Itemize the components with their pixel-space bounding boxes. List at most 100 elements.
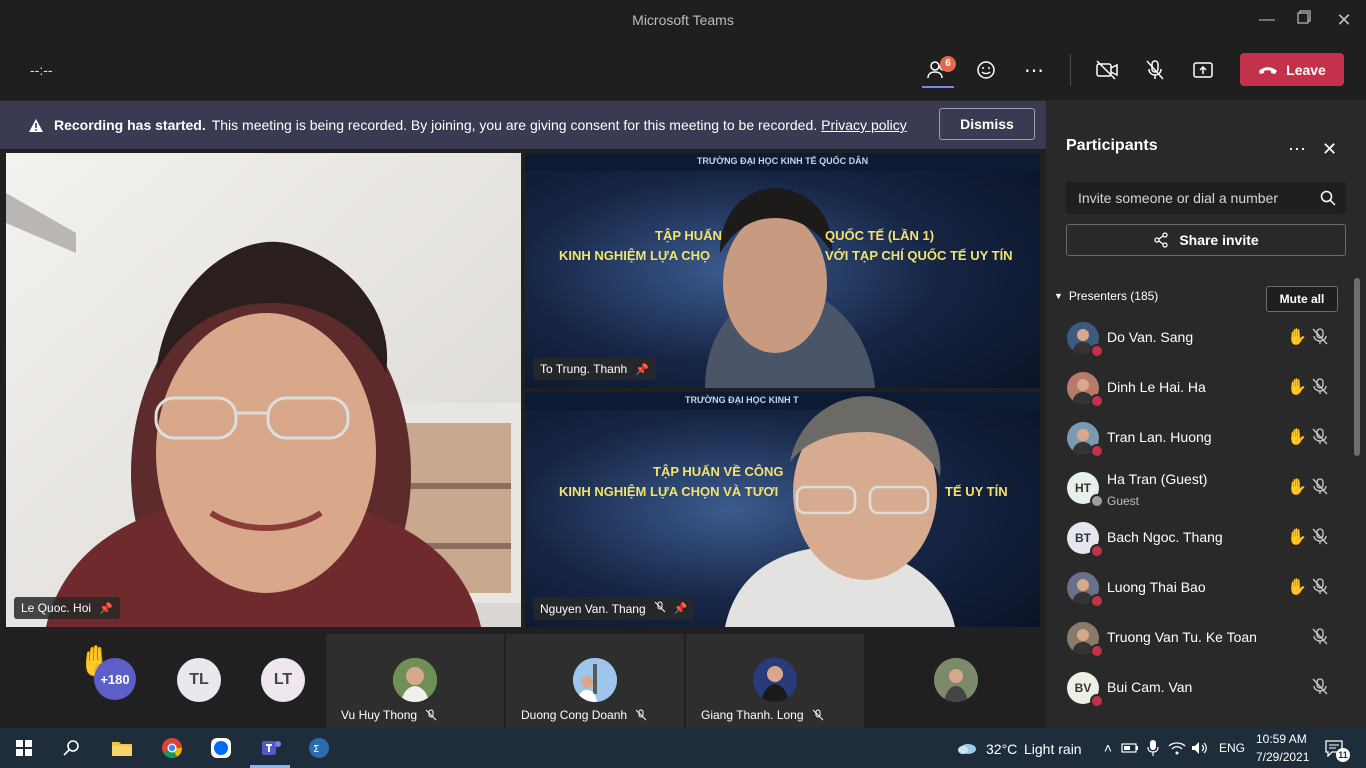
- share-icon: [1154, 232, 1168, 248]
- pin-icon: 📌: [673, 603, 688, 615]
- video-tile-right-top[interactable]: TRƯỜNG ĐẠI HỌC KINH TẾ QUỐC DÂN TẬP HUẤN…: [525, 153, 1040, 388]
- microphone-icon[interactable]: [1141, 736, 1165, 760]
- avatar: [393, 658, 437, 702]
- share-screen-button[interactable]: [1187, 54, 1219, 86]
- avatar[interactable]: LT: [261, 658, 305, 702]
- avatar: [573, 658, 617, 702]
- chrome-icon[interactable]: [160, 736, 184, 760]
- participant-name: Nguyen Van. Thang: [540, 601, 646, 616]
- mic-off-icon: [654, 601, 666, 616]
- presenters-section-toggle[interactable]: ▼ Presenters (185): [1054, 289, 1158, 303]
- slide-line: KINH NGHIỆM LỰA CHỌ: [559, 248, 711, 263]
- participant-row[interactable]: BV Bui Cam. Van: [1046, 662, 1351, 712]
- hang-up-icon: [1259, 66, 1278, 74]
- participant-row[interactable]: Do Van. Sang ✋: [1046, 312, 1351, 362]
- video-tile-right-bottom[interactable]: TRƯỜNG ĐẠI HỌC KINH T TẬP HUẤN VỀ CÔNG K…: [525, 392, 1040, 627]
- teams-icon[interactable]: [259, 736, 283, 760]
- close-panel-icon[interactable]: ✕: [1322, 139, 1337, 160]
- leave-button[interactable]: Leave: [1240, 53, 1344, 86]
- participant-name: Do Van. Sang: [1107, 329, 1194, 345]
- mute-all-button[interactable]: Mute all: [1266, 286, 1338, 312]
- title-bar: Microsoft Teams — ✕: [0, 0, 1366, 40]
- video-stage: Le Quoc. Hoi 📌 TRƯỜNG ĐẠI HỌC KINH TẾ QU…: [0, 149, 1046, 634]
- mic-off-icon[interactable]: [1311, 377, 1329, 400]
- more-actions-icon[interactable]: ⋯: [1018, 54, 1050, 86]
- participant-name: Ha Tran (Guest): [1107, 471, 1208, 487]
- participant-name: Duong Cong Doanh: [521, 708, 628, 722]
- video-tile-strip[interactable]: Duong Cong Doanh: [506, 634, 684, 728]
- windows-taskbar: Σ 32°C Light rain ˄ ENG 10:59 AM 7/29/20…: [0, 728, 1366, 768]
- share-invite-button[interactable]: Share invite: [1066, 224, 1346, 256]
- slide-line: KINH NGHIỆM LỰA CHỌN VÀ TƯƠI: [559, 484, 779, 499]
- video-tile-strip[interactable]: Vu Huy Thong: [326, 634, 504, 728]
- mic-off-icon[interactable]: [1311, 677, 1329, 700]
- clock-date[interactable]: 7/29/2021: [1256, 750, 1309, 764]
- avatar[interactable]: [934, 658, 978, 702]
- windows-start-icon[interactable]: [12, 736, 36, 760]
- wifi-icon[interactable]: [1165, 736, 1189, 760]
- participant-row[interactable]: Luong Thai Bao ✋: [1046, 562, 1351, 612]
- minimize-icon[interactable]: —: [1255, 8, 1279, 32]
- name-tag-main: Le Quoc. Hoi 📌: [14, 597, 120, 619]
- overflow-count[interactable]: +180: [94, 658, 136, 700]
- participant-name: Giang Thanh. Long: [701, 708, 804, 722]
- avatar: [753, 658, 797, 702]
- slide-line: TẾ UY TÍN: [945, 484, 1008, 499]
- mic-off-icon[interactable]: [1311, 527, 1329, 550]
- raised-hand-icon: ✋: [1287, 379, 1307, 396]
- participant-row[interactable]: Tran Lan. Huong ✋: [1046, 412, 1351, 462]
- slide-line: TẬP HUẤN: [655, 228, 722, 243]
- meeting-toolbar: --:-- 6 ⋯ Leave: [0, 40, 1366, 101]
- clock-time[interactable]: 10:59 AM: [1256, 732, 1307, 746]
- calculator-app-icon[interactable]: Σ: [307, 736, 331, 760]
- video-tile-main[interactable]: Le Quoc. Hoi 📌: [6, 153, 521, 627]
- zalo-icon[interactable]: [209, 736, 233, 760]
- mic-off-icon[interactable]: [1311, 427, 1329, 450]
- weather-description[interactable]: Light rain: [1024, 741, 1082, 757]
- maximize-icon[interactable]: [1292, 8, 1316, 32]
- presence-status-icon: [1090, 344, 1104, 358]
- chevron-up-icon[interactable]: ˄: [1096, 736, 1120, 760]
- mic-off-button[interactable]: [1139, 54, 1171, 86]
- participant-row[interactable]: Dinh Le Hai. Ha ✋: [1046, 362, 1351, 412]
- raised-hand-icon: ✋: [1287, 529, 1307, 546]
- participant-row[interactable]: Truong Van Tu. Ke Toan: [1046, 612, 1351, 662]
- mic-off-icon[interactable]: [1311, 577, 1329, 600]
- privacy-policy-link[interactable]: Privacy policy: [821, 117, 907, 133]
- file-explorer-icon[interactable]: [110, 736, 134, 760]
- participant-name: Vu Huy Thong: [341, 708, 418, 722]
- volume-icon[interactable]: [1188, 736, 1212, 760]
- participants-count-badge: 6: [940, 56, 956, 72]
- battery-icon[interactable]: [1118, 736, 1142, 760]
- participant-name: Dinh Le Hai. Ha: [1107, 379, 1206, 395]
- participants-button[interactable]: 6: [922, 54, 956, 86]
- mic-off-icon: [635, 709, 647, 721]
- more-options-icon[interactable]: ⋯: [1288, 139, 1306, 160]
- recording-title: Recording has started.: [54, 117, 206, 133]
- participants-panel: Participants ⋯ ✕ Invite someone or dial …: [1046, 101, 1366, 728]
- dismiss-button[interactable]: Dismiss: [939, 108, 1035, 140]
- search-icon[interactable]: [60, 736, 84, 760]
- participant-row[interactable]: BT Bach Ngoc. Thang ✋: [1046, 512, 1351, 562]
- presence-status-icon: [1090, 494, 1104, 508]
- mic-off-icon[interactable]: [1311, 327, 1329, 350]
- mic-off-icon[interactable]: [1311, 477, 1329, 500]
- notifications-icon[interactable]: 11: [1322, 736, 1350, 762]
- presence-status-icon: [1090, 544, 1104, 558]
- slide-line: VỚI TẠP CHÍ QUỐC TẾ UY TÍN: [825, 248, 1013, 263]
- mic-off-icon[interactable]: [1311, 627, 1329, 650]
- input-language[interactable]: ENG: [1219, 741, 1245, 755]
- camera-off-button[interactable]: [1091, 54, 1123, 86]
- invite-search-input[interactable]: Invite someone or dial a number: [1066, 182, 1346, 214]
- weather-cloud-icon[interactable]: [955, 736, 979, 760]
- name-tag-strip: Vu Huy Thong: [341, 708, 437, 722]
- avatar[interactable]: TL: [177, 658, 221, 702]
- video-tile-strip[interactable]: Giang Thanh. Long: [686, 634, 864, 728]
- participant-row[interactable]: HT Ha Tran (Guest) Guest ✋: [1046, 462, 1351, 512]
- mic-off-icon: [1146, 60, 1164, 80]
- weather-temperature[interactable]: 32°C: [986, 741, 1017, 757]
- close-window-icon[interactable]: ✕: [1332, 8, 1356, 32]
- panel-scrollbar[interactable]: [1354, 278, 1360, 456]
- mic-off-icon: [812, 709, 823, 721]
- reactions-button[interactable]: [970, 54, 1002, 86]
